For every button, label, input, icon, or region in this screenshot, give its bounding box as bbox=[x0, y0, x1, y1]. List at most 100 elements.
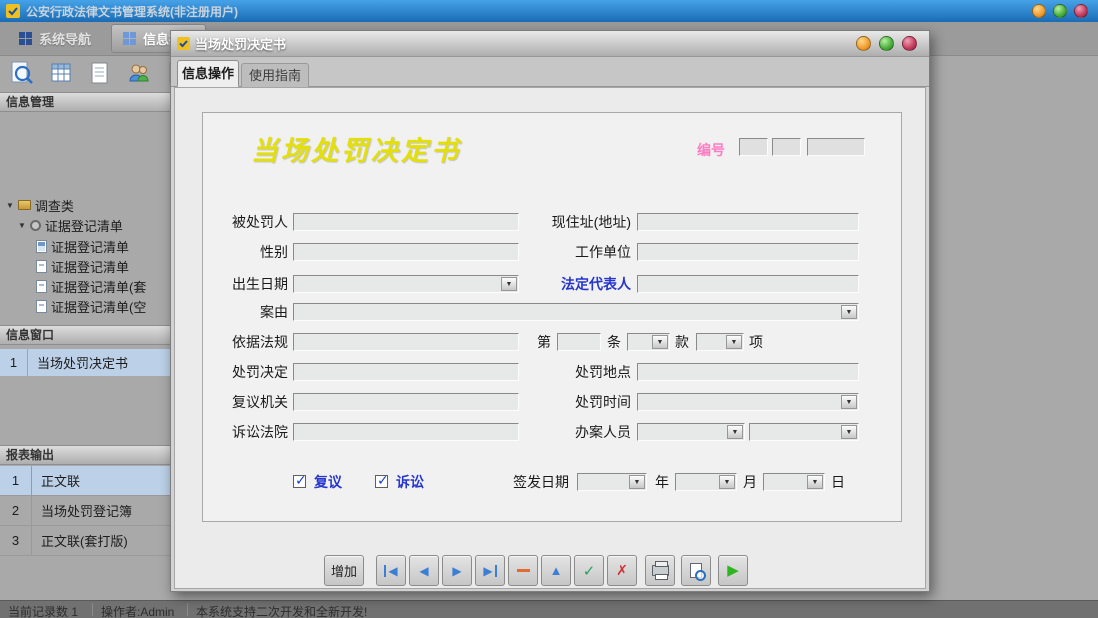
chevron-down-icon[interactable]: ▼ bbox=[841, 425, 857, 439]
main-titlebar: 公安行政法律文书管理系统(非注册用户) bbox=[0, 0, 1098, 22]
tab-system-navigation[interactable]: 系统导航 bbox=[8, 25, 101, 52]
minimize-button[interactable] bbox=[856, 36, 871, 51]
next-record-button[interactable]: ▶ bbox=[442, 555, 472, 586]
confirm-button[interactable]: ✓ bbox=[574, 555, 604, 586]
review-checkbox[interactable] bbox=[293, 475, 306, 488]
number-box-3[interactable] bbox=[807, 138, 865, 156]
label-month: 月 bbox=[743, 473, 757, 491]
tab-user-guide[interactable]: 使用指南 bbox=[241, 63, 309, 87]
x-icon: ✗ bbox=[616, 562, 628, 579]
main-window-controls bbox=[1032, 4, 1088, 18]
chevron-down-icon[interactable]: ▼ bbox=[807, 475, 823, 489]
litigation-court-input[interactable] bbox=[293, 423, 519, 441]
chevron-down-icon[interactable]: ▼ bbox=[719, 475, 735, 489]
issue-year-select[interactable]: ▼ bbox=[577, 473, 647, 491]
work-unit-input[interactable] bbox=[637, 243, 859, 261]
review-authority-input[interactable] bbox=[293, 393, 519, 411]
chevron-down-icon[interactable]: ▼ bbox=[841, 395, 857, 409]
clause-select[interactable]: ▼ bbox=[627, 333, 670, 351]
legal-representative-input[interactable] bbox=[637, 275, 859, 293]
table-document-icon bbox=[36, 240, 47, 253]
previous-record-button[interactable]: ◀ bbox=[409, 555, 439, 586]
tab-information-operation[interactable]: 信息操作 bbox=[177, 60, 239, 87]
page-icon bbox=[36, 280, 47, 293]
number-box-2[interactable] bbox=[772, 138, 801, 156]
dialog-titlebar[interactable]: 当场处罚决定书 bbox=[171, 31, 929, 57]
tree-leaf-evidence-list[interactable]: 证据登记清单 bbox=[36, 237, 129, 255]
litigation-checkbox[interactable] bbox=[375, 475, 388, 488]
collapse-button[interactable]: ▲ bbox=[541, 555, 571, 586]
label-clause-suffix: 款 bbox=[675, 333, 689, 351]
tree-leaf-evidence-list[interactable]: 证据登记清单 bbox=[36, 257, 129, 275]
label-gender: 性别 bbox=[203, 243, 288, 261]
tree-leaf-label: 证据登记清单 bbox=[51, 237, 129, 256]
run-button[interactable]: ▶ bbox=[718, 555, 748, 586]
minimize-button[interactable] bbox=[1032, 4, 1046, 18]
article-number-input[interactable] bbox=[557, 333, 601, 351]
label-birth-date: 出生日期 bbox=[203, 275, 288, 293]
search-icon[interactable] bbox=[8, 59, 36, 87]
chevron-down-icon[interactable]: ▼ bbox=[727, 425, 743, 439]
users-icon[interactable] bbox=[125, 59, 153, 87]
birth-date-select[interactable]: ▼ bbox=[293, 275, 519, 293]
print-preview-button[interactable] bbox=[681, 555, 711, 586]
last-record-button[interactable]: ▶ bbox=[475, 555, 505, 586]
chevron-down-icon[interactable]: ▼ bbox=[652, 335, 668, 349]
tree-leaf-label: 证据登记清单 bbox=[51, 257, 129, 276]
close-button[interactable] bbox=[902, 36, 917, 51]
row-number: 1 bbox=[0, 466, 32, 495]
penalty-place-input[interactable] bbox=[637, 363, 859, 381]
label-work-unit: 工作单位 bbox=[527, 243, 631, 261]
label-current-address: 现住址(地址) bbox=[527, 213, 631, 231]
case-cause-select[interactable]: ▼ bbox=[293, 303, 859, 321]
report-row[interactable]: 1 正文联 bbox=[0, 466, 170, 496]
close-button[interactable] bbox=[1074, 4, 1088, 18]
chevron-down-icon[interactable]: ▼ bbox=[726, 335, 742, 349]
issue-month-select[interactable]: ▼ bbox=[675, 473, 737, 491]
table-icon[interactable] bbox=[47, 59, 75, 87]
penalty-decision-dialog: 当场处罚决定书 信息操作 使用指南 当场处罚决定书 编号 被处罚人 现住址 bbox=[170, 30, 930, 592]
tree-node-investigation[interactable]: ▼ 调查类 bbox=[6, 196, 74, 214]
item-select[interactable]: ▼ bbox=[696, 333, 744, 351]
maximize-button[interactable] bbox=[879, 36, 894, 51]
tree-leaf-evidence-list[interactable]: 证据登记清单(空 bbox=[36, 297, 146, 315]
next-record-icon: ▶ bbox=[452, 565, 461, 577]
first-record-icon: ◀ bbox=[384, 565, 397, 577]
record-count: 当前记录数 1 bbox=[8, 603, 78, 618]
chevron-down-icon[interactable]: ▼ bbox=[6, 201, 14, 210]
tree-node-evidence-group[interactable]: ▼ 证据登记清单 bbox=[18, 216, 123, 234]
issue-day-select[interactable]: ▼ bbox=[763, 473, 825, 491]
current-address-input[interactable] bbox=[637, 213, 859, 231]
gender-input[interactable] bbox=[293, 243, 519, 261]
grid-icon bbox=[122, 31, 137, 46]
chevron-down-icon[interactable]: ▼ bbox=[18, 221, 26, 230]
cancel-button[interactable]: ✗ bbox=[607, 555, 637, 586]
case-officer-2-select[interactable]: ▼ bbox=[749, 423, 859, 441]
report-row[interactable]: 2 当场处罚登记簿 bbox=[0, 496, 170, 526]
add-button[interactable]: 增加 bbox=[324, 555, 364, 586]
legal-basis-input[interactable] bbox=[293, 333, 519, 351]
app-logo-icon bbox=[6, 4, 20, 18]
review-checkbox-label: 复议 bbox=[314, 474, 342, 490]
page-icon bbox=[36, 260, 47, 273]
row-label: 当场处罚登记簿 bbox=[32, 496, 132, 525]
info-window-row[interactable]: 1 当场处罚决定书 bbox=[0, 349, 170, 376]
label-review-authority: 复议机关 bbox=[203, 393, 288, 411]
case-officer-1-select[interactable]: ▼ bbox=[637, 423, 745, 441]
maximize-button[interactable] bbox=[1053, 4, 1067, 18]
label-litigation-court: 诉讼法院 bbox=[203, 423, 288, 441]
chevron-down-icon[interactable]: ▼ bbox=[501, 277, 517, 291]
punished-person-input[interactable] bbox=[293, 213, 519, 231]
chevron-down-icon[interactable]: ▼ bbox=[841, 305, 857, 319]
first-record-button[interactable]: ◀ bbox=[376, 555, 406, 586]
report-row[interactable]: 3 正文联(套打版) bbox=[0, 526, 170, 556]
number-box-1[interactable] bbox=[739, 138, 768, 156]
penalty-decision-input[interactable] bbox=[293, 363, 519, 381]
penalty-time-select[interactable]: ▼ bbox=[637, 393, 859, 411]
chevron-down-icon[interactable]: ▼ bbox=[629, 475, 645, 489]
label-article-prefix: 第 bbox=[537, 333, 551, 351]
print-button[interactable] bbox=[645, 555, 675, 586]
document-icon[interactable] bbox=[86, 59, 114, 87]
tree-leaf-evidence-list[interactable]: 证据登记清单(套 bbox=[36, 277, 146, 295]
delete-record-button[interactable] bbox=[508, 555, 538, 586]
